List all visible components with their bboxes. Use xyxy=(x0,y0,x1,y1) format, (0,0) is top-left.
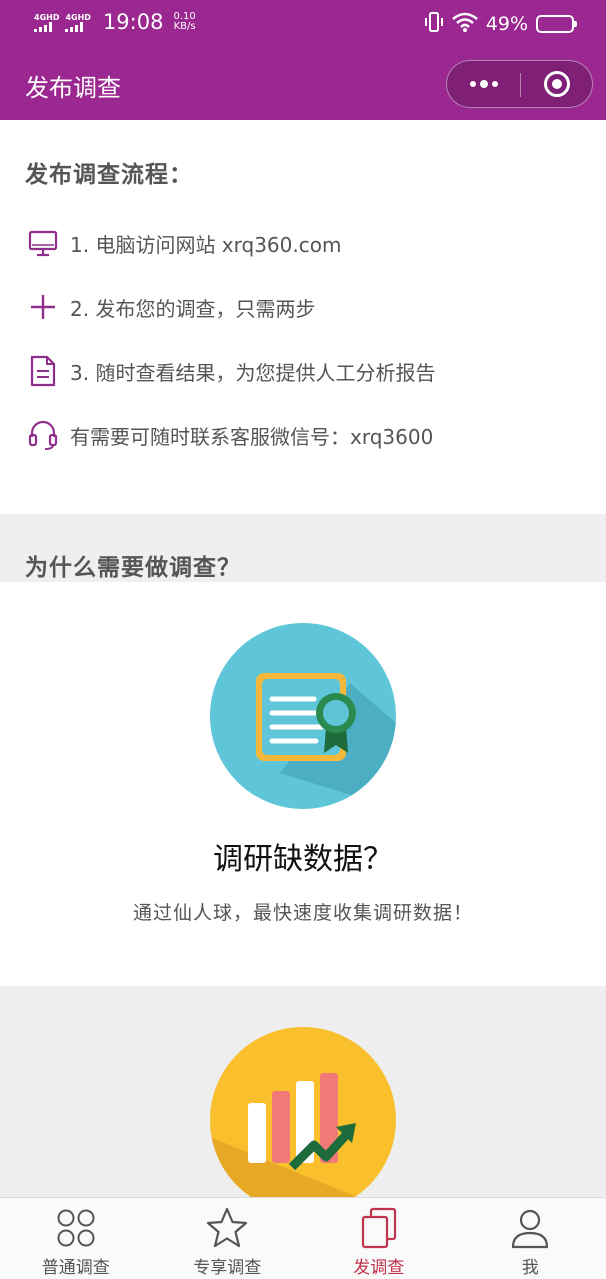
process-step-text: 1. 电脑访问网站 xrq360.com xyxy=(70,232,342,257)
signal-indicator-1: 4GHD xyxy=(34,13,59,32)
copy-pages-icon xyxy=(357,1206,401,1250)
more-dots-icon[interactable] xyxy=(447,61,520,107)
battery-icon xyxy=(536,15,577,33)
process-step-4: 有需要可随时联系客服微信号：xrq3600 xyxy=(28,420,433,450)
headset-icon xyxy=(28,420,58,450)
status-right: 49% xyxy=(424,11,577,37)
publish-process-section: 发布调查流程： 1. 电脑访问网站 xrq360.com 2. 发布您的调查，只… xyxy=(0,120,606,514)
why-heading: 为什么需要做调查？ xyxy=(25,555,241,581)
tab-label: 普通调查 xyxy=(41,1258,110,1278)
process-step-text: 2. 发布您的调查，只需两步 xyxy=(70,296,316,321)
grid-circles-icon xyxy=(54,1206,98,1250)
close-circle-icon[interactable] xyxy=(544,71,570,97)
nav-bar: 发布调查 xyxy=(0,48,606,120)
capsule-divider xyxy=(520,73,521,97)
document-icon xyxy=(28,355,58,387)
process-step-text: 有需要可随时联系客服微信号：xrq3600 xyxy=(70,424,434,449)
certificate-icon xyxy=(210,623,396,809)
process-step-text: 3. 随时查看结果，为您提供人工分析报告 xyxy=(70,360,436,385)
tab-label: 专享调查 xyxy=(193,1258,262,1278)
tab-exclusive-survey[interactable]: 专享调查 xyxy=(152,1198,304,1279)
status-left: 4GHD 4GHD 19:08 0.10 KB/s xyxy=(34,10,196,34)
feature-card-title: 调研缺数据？ xyxy=(213,842,393,877)
star-icon xyxy=(205,1206,249,1250)
battery-percent: 49% xyxy=(485,13,528,35)
tab-me[interactable]: 我 xyxy=(455,1198,606,1279)
process-step-1: 1. 电脑访问网站 xrq360.com xyxy=(28,228,341,258)
tab-label: 我 xyxy=(521,1258,539,1278)
wifi-icon xyxy=(451,12,478,36)
growth-chart-icon xyxy=(210,1027,396,1197)
status-bar: 4GHD 4GHD 19:08 0.10 KB/s 49% xyxy=(0,0,606,48)
feature-card-description: 通过仙人球，最快速度收集调研数据！ xyxy=(132,902,473,924)
signal-label-1: 4GHD xyxy=(34,12,60,22)
signal-bars-icon xyxy=(34,21,52,32)
user-icon xyxy=(508,1206,552,1250)
network-speed-unit: KB/s xyxy=(173,21,196,32)
process-step-3: 3. 随时查看结果，为您提供人工分析报告 xyxy=(28,355,436,387)
signal-bars-icon xyxy=(65,21,84,32)
feature-card-data: 调研缺数据？ 通过仙人球，最快速度收集调研数据！ xyxy=(0,582,606,986)
monitor-icon xyxy=(28,228,58,258)
signal-indicator-2: 4GHD xyxy=(65,12,91,32)
process-step-2: 2. 发布您的调查，只需两步 xyxy=(28,292,315,322)
plus-icon xyxy=(28,292,58,322)
tab-label: 发调查 xyxy=(353,1258,405,1278)
clock: 19:08 xyxy=(102,10,164,34)
why-section-header: 为什么需要做调查？ xyxy=(0,514,606,582)
feature-card-growth xyxy=(0,986,606,1197)
signal-label-2: 4GHD xyxy=(65,12,91,22)
bottom-tab-bar: 普通调查 专享调查 发调查 我 xyxy=(0,1197,606,1279)
page-title: 发布调查 xyxy=(25,74,121,102)
tab-publish-survey[interactable]: 发调查 xyxy=(303,1198,455,1279)
process-heading: 发布调查流程： xyxy=(25,162,193,188)
mini-program-capsule xyxy=(446,60,593,108)
vibrate-icon xyxy=(424,11,444,37)
tab-general-survey[interactable]: 普通调查 xyxy=(0,1198,152,1279)
network-speed: 0.10 KB/s xyxy=(173,12,195,32)
